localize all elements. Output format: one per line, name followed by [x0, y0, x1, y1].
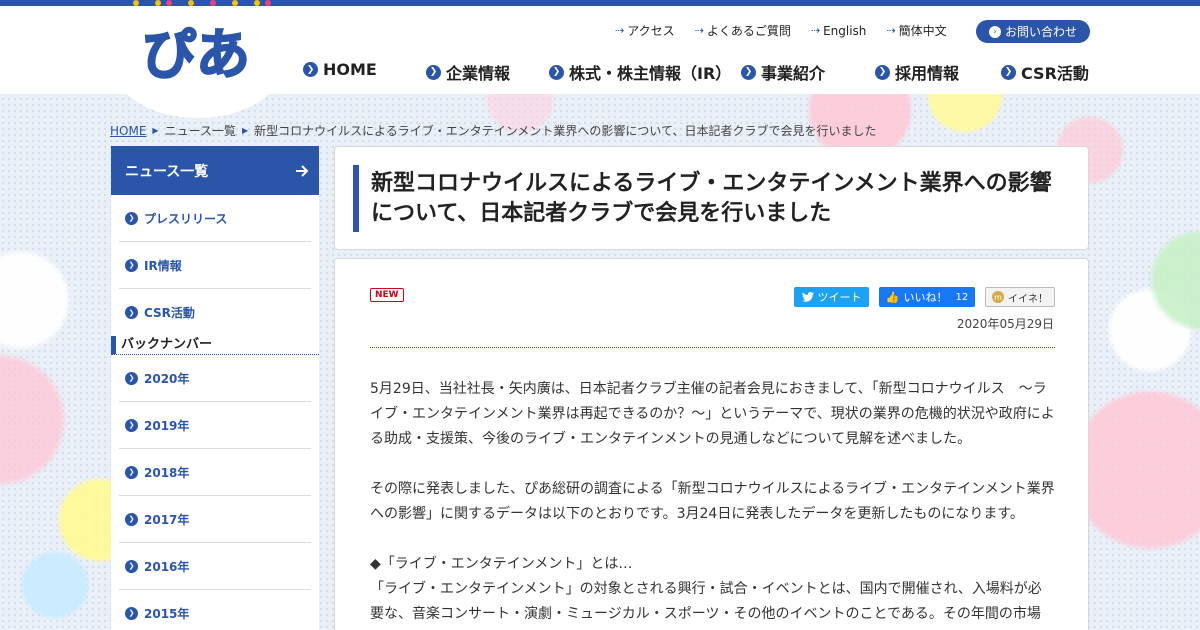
chevron-right-icon: ❯	[125, 371, 138, 385]
section-heading: ◆「ライブ・エンタテインメント」とは…	[370, 556, 633, 572]
article-body-box: NEW ツイート 👍 いいね！ 12 m イイネ！ 2020年05月29日 5月…	[334, 258, 1089, 630]
nav-csr[interactable]: ❯ CSR活動	[1001, 60, 1089, 84]
breadcrumb-home-link[interactable]: HOME	[110, 124, 146, 138]
caret-right-icon: ▶	[241, 126, 249, 135]
article-date: 2020年05月29日	[956, 317, 1054, 331]
contact-button[interactable]: › お問い合わせ	[976, 20, 1090, 43]
sidebar-item-2017[interactable]: ❯ 2017年	[119, 496, 311, 543]
mixi-icon: m	[992, 291, 1004, 303]
chevron-right-icon: ❯	[875, 64, 890, 80]
chevron-right-icon: ❯	[125, 559, 138, 573]
breadcrumb-news[interactable]: ニュース一覧	[165, 122, 236, 139]
sidebar-item-2015[interactable]: ❯ 2015年	[119, 590, 311, 630]
logo-dots	[122, 0, 282, 6]
backnumber-heading: バックナンバー	[111, 336, 319, 355]
sidebar-item-ir[interactable]: ❯ IR情報	[119, 242, 311, 289]
chevron-right-icon: ❯	[303, 62, 318, 77]
chevron-right-icon: ❯	[125, 418, 138, 432]
arrow-right-icon	[296, 164, 309, 177]
tweet-button[interactable]: ツイート	[794, 287, 869, 307]
utility-link-faq[interactable]: ⇢ よくあるご質問	[695, 22, 791, 39]
breadcrumb: HOME ▶ ニュース一覧 ▶ 新型コロナウイルスによるライブ・エンタテインメン…	[110, 122, 876, 139]
chevron-right-icon: ❯	[125, 606, 138, 620]
article-title: 新型コロナウイルスによるライブ・エンタテインメント業界への影響について、日本記者…	[371, 171, 1052, 226]
pia-logo[interactable]: ぴあ	[140, 16, 252, 90]
breadcrumb-current: 新型コロナウイルスによるライブ・エンタテインメント業界への影響について、日本記者…	[254, 124, 877, 138]
like-count: 12	[955, 291, 969, 303]
sidebar-item-2020[interactable]: ❯ 2020年	[119, 355, 311, 402]
chevron-right-icon: ❯	[125, 465, 138, 479]
sidebar-item-2018[interactable]: ❯ 2018年	[119, 449, 311, 496]
chevron-right-icon: ❯	[125, 211, 138, 225]
sidebar-item-csr[interactable]: ❯ CSR活動	[119, 289, 311, 336]
pia-logo-mark: ぴあ	[141, 22, 251, 87]
new-badge: NEW	[370, 288, 404, 302]
arrow-right-icon: ⇢	[810, 24, 821, 37]
chevron-right-icon: ❯	[426, 64, 441, 80]
nav-company[interactable]: ❯ 企業情報	[426, 60, 510, 84]
utility-link-access[interactable]: ⇢ アクセス	[615, 22, 675, 39]
paragraph: 5月29日、当社社長・矢内廣は、日本記者クラブ主催の記者会見におきまして、「新型…	[370, 381, 1055, 447]
chevron-right-icon: ›	[988, 25, 1001, 38]
logo-text: ぴあ	[142, 23, 250, 86]
nav-home[interactable]: ❯ HOME	[303, 60, 377, 79]
sidebar-item-press-release[interactable]: ❯ プレスリリース	[119, 195, 311, 242]
thumbs-up-icon: 👍	[885, 290, 900, 304]
divider	[370, 347, 1055, 348]
chevron-right-icon: ❯	[125, 306, 138, 319]
caret-right-icon: ▶	[152, 126, 159, 135]
article-body: 5月29日、当社社長・矢内廣は、日本記者クラブ主催の記者会見におきまして、「新型…	[370, 377, 1055, 630]
paragraph: 「ライブ・エンタテインメント」の対象とされる興行・試合・イベントとは、国内で開催…	[370, 581, 1042, 622]
nav-business[interactable]: ❯ 事業紹介	[741, 60, 825, 84]
utility-nav: ⇢ アクセス ⇢ よくあるご質問 ⇢ English ⇢ 簡体中文	[615, 22, 967, 39]
arrow-right-icon: ⇢	[694, 24, 704, 37]
paragraph: その際に発表しました、ぴあ総研の調査による「新型コロナウイルスによるライブ・エン…	[370, 481, 1055, 522]
chevron-right-icon: ❯	[125, 258, 138, 272]
sidebar: ニュース一覧 ❯ プレスリリース ❯ IR情報 ❯ CSR活動 バックナンバー …	[111, 146, 319, 630]
arrow-right-icon: ⇢	[886, 24, 896, 37]
twitter-bird-icon	[801, 292, 814, 302]
sidebar-heading[interactable]: ニュース一覧	[111, 146, 319, 195]
mixi-iine-button[interactable]: m イイネ！	[985, 287, 1055, 307]
chevron-right-icon: ❯	[549, 64, 564, 80]
arrow-right-icon: ⇢	[615, 24, 625, 37]
title-accent-bar	[353, 165, 359, 232]
article-title-box: 新型コロナウイルスによるライブ・エンタテインメント業界への影響について、日本記者…	[334, 146, 1089, 250]
chevron-right-icon: ❯	[1001, 64, 1016, 80]
sidebar-item-2016[interactable]: ❯ 2016年	[119, 543, 311, 590]
facebook-like-button[interactable]: 👍 いいね！ 12	[879, 287, 975, 307]
chevron-right-icon: ❯	[125, 512, 138, 526]
utility-link-english[interactable]: ⇢ English	[811, 24, 867, 38]
nav-recruit[interactable]: ❯ 採用情報	[875, 60, 959, 84]
sidebar-item-2019[interactable]: ❯ 2019年	[119, 402, 311, 449]
chevron-right-icon: ❯	[741, 64, 756, 80]
nav-ir[interactable]: ❯ 株式・株主情報（IR）	[549, 60, 731, 84]
utility-link-chinese[interactable]: ⇢ 簡体中文	[886, 22, 946, 39]
